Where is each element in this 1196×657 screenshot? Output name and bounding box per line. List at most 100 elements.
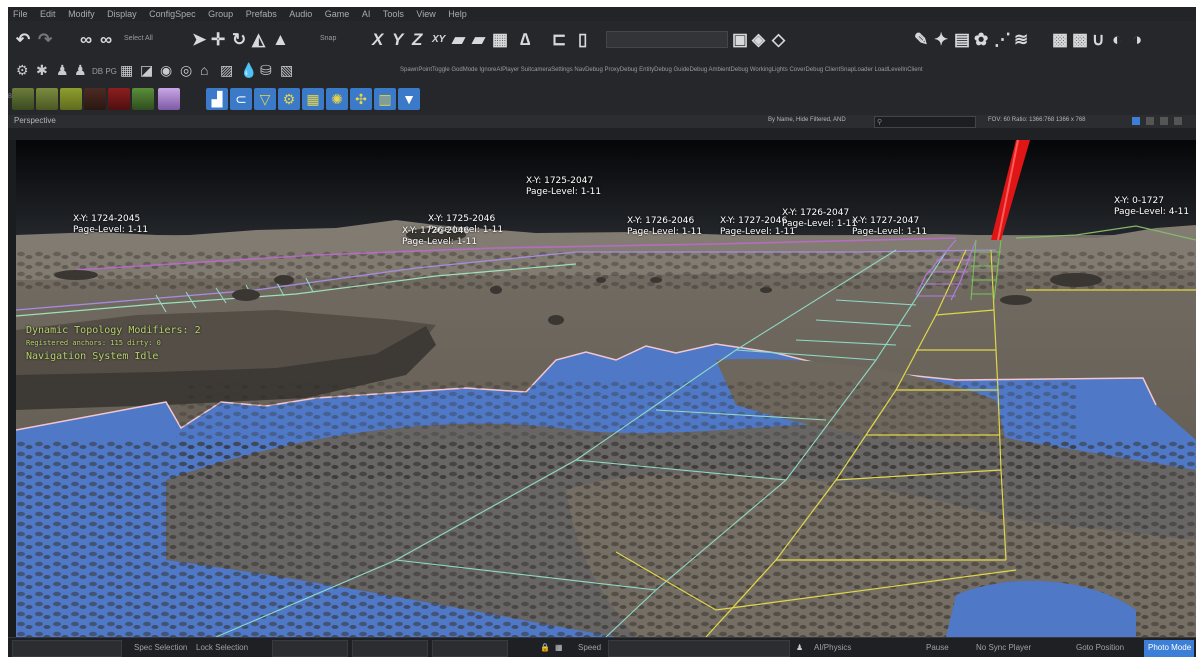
layer-icon[interactable]: ▯: [578, 30, 587, 50]
layers-icon[interactable]: ▧: [280, 62, 293, 79]
magnet-icon[interactable]: ∪: [1092, 30, 1104, 50]
goto-position-button[interactable]: Goto Position: [1076, 643, 1124, 652]
lock-icon[interactable]: 🔒: [540, 643, 550, 652]
search-input[interactable]: ⚲: [874, 116, 976, 128]
move-icon[interactable]: ✛: [211, 30, 225, 50]
unlink-icon[interactable]: ∞: [100, 30, 112, 50]
snap-label[interactable]: Snap: [320, 35, 336, 42]
gear-tool-icon[interactable]: ⚙: [278, 88, 300, 110]
cover-tool-icon[interactable]: ▥: [374, 88, 396, 110]
river-icon[interactable]: ≋: [1014, 30, 1028, 50]
menu-file[interactable]: File: [8, 7, 33, 19]
coord-x-field[interactable]: [272, 640, 348, 657]
menu-view[interactable]: View: [411, 7, 440, 19]
physics-icon[interactable]: ◈: [752, 30, 765, 50]
visibility-tool-icon[interactable]: ▼: [398, 88, 420, 110]
menu-tools[interactable]: Tools: [378, 7, 409, 19]
spec-selection-button[interactable]: Spec Selection: [134, 643, 187, 652]
speed-slider[interactable]: [608, 640, 790, 657]
water-icon[interactable]: 💧: [240, 62, 257, 79]
flatten-icon[interactable]: ✦: [934, 30, 948, 50]
menu-display[interactable]: Display: [102, 7, 142, 19]
angle-snap-icon[interactable]: ∆: [520, 30, 530, 50]
settings-icon[interactable]: ⚙: [16, 62, 29, 79]
rotate-icon[interactable]: ↻: [232, 30, 246, 50]
rock-layer-button[interactable]: [84, 88, 106, 110]
terrain-snap-icon[interactable]: ▰: [452, 30, 465, 50]
player-alt-icon[interactable]: ♟: [74, 62, 87, 79]
no-sync-player-button[interactable]: No Sync Player: [976, 643, 1031, 652]
axis-y-button[interactable]: Y: [392, 30, 403, 50]
foliage-layer-button[interactable]: [60, 88, 82, 110]
toggle-d-icon[interactable]: [1174, 117, 1182, 125]
terrain-layer-button[interactable]: [12, 88, 34, 110]
player-icon[interactable]: ♟: [56, 62, 69, 79]
menu-modify[interactable]: Modify: [63, 7, 100, 19]
menu-help[interactable]: Help: [443, 7, 472, 19]
ruler-icon[interactable]: ⊏: [552, 30, 566, 50]
lock-selection-button[interactable]: Lock Selection: [196, 643, 248, 652]
menu-ai[interactable]: AI: [357, 7, 376, 19]
debug-links[interactable]: SpawnPointToggle GodMode IgnoreAIPlayer …: [400, 67, 923, 73]
shape-icon[interactable]: ◎: [180, 62, 192, 79]
layer-select[interactable]: [606, 31, 728, 48]
tree-layer-button[interactable]: [132, 88, 154, 110]
pause-button[interactable]: Pause: [926, 643, 949, 652]
select-icon[interactable]: ➤: [192, 30, 206, 50]
viewport-title[interactable]: Perspective: [14, 116, 56, 125]
sun-tool-icon[interactable]: ✺: [326, 88, 348, 110]
house-icon[interactable]: ⌂: [200, 62, 208, 78]
funnel-tool-icon[interactable]: ▽: [254, 88, 276, 110]
axis-x-button[interactable]: X: [372, 30, 383, 50]
toggle-a-icon[interactable]: [1132, 117, 1140, 125]
menu-group[interactable]: Group: [203, 7, 238, 19]
link-icon[interactable]: ∞: [80, 30, 92, 50]
grid-tool-icon[interactable]: ▦: [302, 88, 324, 110]
redo-icon[interactable]: ↷: [38, 30, 52, 50]
road-icon[interactable]: ⋰: [994, 30, 1011, 50]
export-icon[interactable]: ▩: [1072, 30, 1088, 50]
road-tool-icon[interactable]: ▟: [206, 88, 228, 110]
undo-icon[interactable]: ↶: [16, 30, 30, 50]
level-name-field[interactable]: [12, 640, 122, 657]
spline-tool-icon[interactable]: ⊂: [230, 88, 252, 110]
script-icon[interactable]: ◑: [1132, 30, 1142, 50]
camera-icon[interactable]: ▣: [732, 30, 748, 50]
decal-layer-button[interactable]: [158, 88, 180, 110]
volume-icon[interactable]: ▨: [220, 62, 233, 79]
nav-tool-icon[interactable]: ✣: [350, 88, 372, 110]
toggle-c-icon[interactable]: [1160, 117, 1168, 125]
object-snap-icon[interactable]: ▰: [472, 30, 485, 50]
brush-icon[interactable]: ◉: [160, 62, 172, 79]
menu-edit[interactable]: Edit: [35, 7, 61, 19]
smooth-icon[interactable]: ▤: [954, 30, 970, 50]
ai-icon[interactable]: ◇: [772, 30, 785, 50]
scale-icon[interactable]: ◭: [252, 30, 265, 50]
axis-z-button[interactable]: Z: [412, 30, 422, 50]
database-icon[interactable]: ⛁: [260, 62, 272, 79]
menu-audio[interactable]: Audio: [284, 7, 317, 19]
menu-game[interactable]: Game: [320, 7, 355, 19]
ai-physics-button[interactable]: AI/Physics: [814, 643, 851, 652]
dbpg-button[interactable]: DB PG: [92, 67, 117, 76]
terrain-icon[interactable]: ▲: [272, 30, 289, 50]
grass-layer-button[interactable]: [36, 88, 58, 110]
sound-icon[interactable]: ◐: [1112, 30, 1122, 50]
coord-y-field[interactable]: [352, 640, 428, 657]
vehicle-layer-button[interactable]: [108, 88, 130, 110]
area-icon[interactable]: ◪: [140, 62, 153, 79]
coord-z-field[interactable]: [432, 640, 508, 657]
menu-prefabs[interactable]: Prefabs: [241, 7, 282, 19]
select-all-label[interactable]: Select All: [124, 35, 153, 42]
3d-viewport[interactable]: X-Y: 1724-2045 Page-Level: 1-11 X-Y: 1725…: [16, 140, 1196, 637]
paint-icon[interactable]: ✎: [914, 30, 928, 50]
entity-icon[interactable]: ✱: [36, 62, 48, 79]
save-icon[interactable]: ▩: [1052, 30, 1068, 50]
toggle-b-icon[interactable]: [1146, 117, 1154, 125]
grid-snap-icon[interactable]: ▦: [492, 30, 508, 50]
grid-icon[interactable]: ▦: [120, 62, 133, 79]
vegetation-icon[interactable]: ✿: [974, 30, 988, 50]
grid-status-icon[interactable]: ▦: [555, 643, 563, 652]
menu-configspec[interactable]: ConfigSpec: [144, 7, 201, 19]
person-icon[interactable]: ♟: [796, 643, 803, 652]
